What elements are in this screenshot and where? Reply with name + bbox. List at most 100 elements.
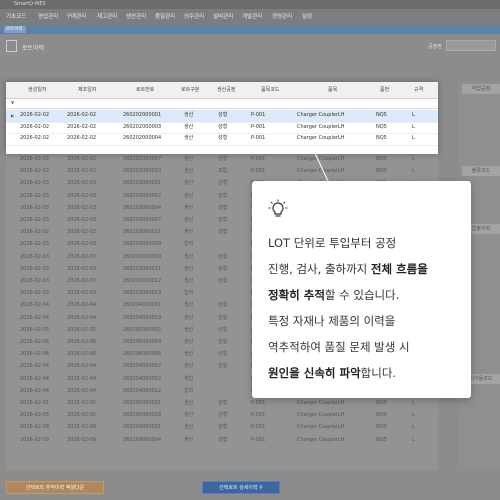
cell: 260202000010 <box>123 168 162 175</box>
cell: 260203000012 <box>123 278 162 284</box>
cell: 260204000019 <box>123 314 162 321</box>
lot-detail-button[interactable]: 선택로트 상세이력 ⚲ <box>202 481 280 494</box>
cell: 260203000007 <box>123 217 162 223</box>
cell: 생산 <box>184 253 194 260</box>
cell: NQ5 <box>376 123 387 130</box>
cell: 260206000004 <box>123 339 162 345</box>
table-row[interactable]: 2026-02-01 2026-02-05 260205000001 생산 성형 P-00… <box>6 398 438 409</box>
cell: 260205000001 <box>123 400 162 406</box>
menu-item[interactable]: 영업관리 <box>38 9 58 25</box>
cell: 2026-02-02 <box>20 168 50 175</box>
menu-item[interactable]: 경영관리 <box>272 9 292 25</box>
cell: 2026-02-05 <box>20 326 50 333</box>
column-header[interactable]: 규격 <box>414 82 423 98</box>
row-pointer-icon: ▶ <box>11 113 15 118</box>
cell: 2026-02-02 <box>67 123 97 130</box>
cell: 260209000004 <box>123 436 162 443</box>
menu-item[interactable]: 기초코드 <box>6 9 26 25</box>
cell: 2026-02-03 <box>20 265 50 272</box>
cell: 2026-02-06 <box>67 339 97 345</box>
cell: 생산 <box>184 192 194 199</box>
panel-button[interactable]: 작업공정 <box>462 84 500 94</box>
cell: 입하 <box>184 241 194 248</box>
cell: L <box>412 412 415 419</box>
table-row[interactable]: 2026-02-05 2026-02-05 260205000018 생산 성형 P-00… <box>6 410 438 421</box>
cell: P-001 <box>251 412 266 419</box>
cell: 성형 <box>218 339 228 345</box>
cell: 2026-02-09 <box>67 424 97 431</box>
filter-row[interactable]: ▼ <box>6 98 438 109</box>
page-icon <box>6 40 17 52</box>
cell: 2026-02-02 <box>20 156 50 162</box>
page-title: 로트이력 <box>22 45 45 52</box>
column-header[interactable]: 생성일자 <box>28 82 46 98</box>
cell: Charger CouplerLH <box>297 123 345 130</box>
title-bar: SmartQ-MES <box>0 0 500 9</box>
tab-strip: 로트이력 <box>0 25 500 34</box>
lot-detail-label: 선택로트 상세이력 <box>219 485 258 491</box>
cell: 260204000002 <box>123 375 162 382</box>
cell: 2026-02-04 <box>20 314 50 321</box>
cell: 260203000013 <box>123 290 162 297</box>
cell: 성형 <box>218 135 228 141</box>
cell: 2026-02-02 <box>20 135 50 141</box>
callout-line: 진행, 검사, 출하까지 전체 흐름을 <box>268 262 428 276</box>
filter-label: 공정명 <box>428 44 442 50</box>
cell: 생산 <box>184 204 194 211</box>
menu-item[interactable]: 설정 <box>302 9 312 25</box>
table-row[interactable]: 2026-02-02 2026-02-02 260202000004 생산 성형… <box>6 133 438 146</box>
cell: 2026-02-03 <box>20 192 50 199</box>
cell: 생산 <box>184 326 194 333</box>
tab-lot-history[interactable]: 로트이력 <box>4 26 26 33</box>
cell: 260205000002 <box>123 326 162 333</box>
menu-item[interactable]: 품질관리 <box>155 9 175 25</box>
page-header: 로트이력 공정명 <box>0 34 500 60</box>
menu-item[interactable]: 개발관리 <box>242 9 262 25</box>
feature-callout: LOT 단위로 투입부터 공정 진행, 검사, 출하까지 전체 흐름을 정확히 … <box>252 181 471 398</box>
cell: 2026-02-05 <box>67 326 97 333</box>
table-row[interactable]: 2026-02-02 2026-02-02 260202000007 생산 성형 P-00… <box>6 154 438 165</box>
cell: 2026-02-04 <box>67 375 97 382</box>
column-header[interactable]: 로트구분 <box>181 82 199 98</box>
cell: 2026-02-04 <box>67 302 97 309</box>
cell: 2026-02-06 <box>67 351 97 358</box>
export-trace-button[interactable]: 선택로트 추적이력 엑셀다운 <box>6 481 104 494</box>
cell: 생산 <box>184 135 194 141</box>
menu-item[interactable]: 구매관리 <box>66 9 86 25</box>
cell: 2026-02-02 <box>67 156 97 162</box>
cell: 생산 <box>184 217 194 223</box>
cell: 2026-02-01 <box>20 400 50 406</box>
cell: L <box>412 168 415 175</box>
panel-button[interactable]: 불류코드 <box>462 166 500 176</box>
table-row[interactable]: 2026-02-09 2026-02-09 260209000004 생산 성형 P-00… <box>6 435 438 446</box>
cell: 생산 <box>184 363 194 370</box>
menu-item[interactable]: 재고관리 <box>97 9 117 25</box>
menu-item[interactable]: 외주관리 <box>184 9 204 25</box>
column-header[interactable]: 품번 <box>380 82 389 98</box>
cell: 2026-02-04 <box>20 363 50 370</box>
cell: 입하 <box>184 290 194 297</box>
column-header[interactable]: 품목 <box>328 82 337 98</box>
cell: 성형 <box>218 424 228 431</box>
column-header[interactable]: 품목코드 <box>261 82 279 98</box>
cell: Charger CouplerLH <box>297 400 345 406</box>
table-row[interactable]: 2026-02-09 2026-02-09 260209000001 생산 성형 P-00… <box>6 422 438 433</box>
column-header[interactable]: 생산공정 <box>217 82 235 98</box>
callout-line: 특정 자재나 제품의 이력을 <box>268 314 396 328</box>
column-header[interactable]: 제조일자 <box>78 82 96 98</box>
cell: 성형 <box>218 412 228 419</box>
menu-item[interactable]: 생산관리 <box>126 9 146 25</box>
cell: 260204000002 <box>123 363 162 370</box>
main-menu: 기초코드 영업관리 구매관리 재고관리 생산관리 품질관리 외주관리 설비관리 … <box>0 9 500 25</box>
cell: 생산 <box>184 180 194 187</box>
column-header[interactable]: 로트번호 <box>136 82 154 98</box>
cell: 성형 <box>218 436 228 443</box>
cell: 생산 <box>184 123 194 130</box>
cell: 2026-02-02 <box>67 112 97 118</box>
cell: P-001 <box>251 400 266 406</box>
cell: 2026-02-06 <box>20 351 50 358</box>
table-row[interactable]: 2026-02-02 2026-02-02 260202000010 생산 조립 P-00… <box>6 166 438 177</box>
menu-item[interactable]: 설비관리 <box>213 9 233 25</box>
process-select[interactable] <box>446 40 496 51</box>
cell: 성형 <box>218 204 228 211</box>
